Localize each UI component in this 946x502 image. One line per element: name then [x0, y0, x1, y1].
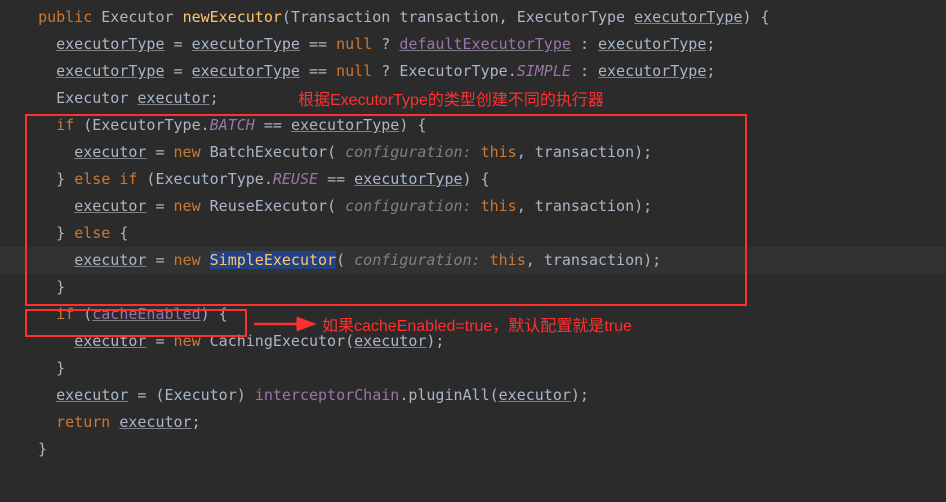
keyword-public: public: [38, 8, 92, 26]
keyword-if: if: [56, 305, 74, 323]
code-line: if (cacheEnabled) {: [0, 301, 946, 328]
operator: :: [580, 35, 589, 53]
variable: executorType: [56, 62, 164, 80]
keyword-new: new: [174, 143, 201, 161]
operator: ==: [309, 62, 327, 80]
class-name: ReuseExecutor: [210, 197, 327, 215]
enum-value: BATCH: [210, 116, 255, 134]
variable: executor: [74, 332, 146, 350]
param-hint: configuration:: [345, 143, 471, 161]
param-type: ExecutorType: [517, 8, 625, 26]
operator: ?: [381, 35, 390, 53]
class-name: CachingExecutor: [210, 332, 345, 350]
variable: executorType: [354, 170, 462, 188]
variable: executorType: [192, 35, 300, 53]
operator: :: [580, 62, 589, 80]
keyword-new: new: [174, 332, 201, 350]
variable: executorType: [598, 35, 706, 53]
code-line-highlighted: executor = new SimpleExecutor( configura…: [0, 247, 946, 274]
operator: ==: [327, 170, 345, 188]
param-hint: configuration:: [354, 251, 480, 269]
code-line: executor = new CachingExecutor(executor)…: [0, 328, 946, 355]
variable: executorType: [598, 62, 706, 80]
argument: transaction: [535, 197, 634, 215]
class-name: BatchExecutor: [210, 143, 327, 161]
variable: executor: [119, 413, 191, 431]
param-name: executorType: [634, 8, 742, 26]
code-line: }: [0, 355, 946, 382]
variable: executor: [74, 251, 146, 269]
param-name: transaction: [399, 8, 498, 26]
type: Executor: [56, 89, 128, 107]
code-line: return executor;: [0, 409, 946, 436]
code-line: } else {: [0, 220, 946, 247]
operator: ==: [309, 35, 327, 53]
field: cacheEnabled: [92, 305, 200, 323]
keyword-if: if: [56, 116, 74, 134]
enum-value: REUSE: [273, 170, 318, 188]
class-name-caret: SimpleExecutor: [210, 251, 336, 269]
argument: executor: [499, 386, 571, 404]
code-line: executorType = executorType == null ? Ex…: [0, 58, 946, 85]
code-line: public Executor newExecutor(Transaction …: [0, 4, 946, 31]
variable: executor: [137, 89, 209, 107]
field: interceptorChain: [255, 386, 400, 404]
keyword-this: this: [481, 197, 517, 215]
code-line: executor = (Executor) interceptorChain.p…: [0, 382, 946, 409]
keyword-this: this: [481, 143, 517, 161]
keyword-new: new: [174, 251, 201, 269]
type: ExecutorType: [92, 116, 200, 134]
return-type: Executor: [101, 8, 173, 26]
method-name: newExecutor: [183, 8, 282, 26]
variable: executor: [74, 143, 146, 161]
argument: executor: [354, 332, 426, 350]
keyword-null: null: [336, 62, 372, 80]
param-hint: configuration:: [345, 197, 471, 215]
variable: executorType: [291, 116, 399, 134]
variable: executor: [74, 197, 146, 215]
argument: transaction: [544, 251, 643, 269]
operator: ?: [381, 62, 390, 80]
cast-type: Executor: [165, 386, 237, 404]
code-line: Executor executor;: [0, 85, 946, 112]
variable: executorType: [192, 62, 300, 80]
code-line: executor = new BatchExecutor( configurat…: [0, 139, 946, 166]
keyword-null: null: [336, 35, 372, 53]
type: ExecutorType: [155, 170, 263, 188]
code-line: executorType = executorType == null ? de…: [0, 31, 946, 58]
keyword-return: return: [56, 413, 110, 431]
code-line: } else if (ExecutorType.REUSE == executo…: [0, 166, 946, 193]
variable: executor: [56, 386, 128, 404]
argument: transaction: [535, 143, 634, 161]
code-editor[interactable]: public Executor newExecutor(Transaction …: [0, 4, 946, 463]
operator: ==: [264, 116, 282, 134]
keyword-new: new: [174, 197, 201, 215]
enum-value: SIMPLE: [517, 62, 571, 80]
type: ExecutorType: [399, 62, 507, 80]
method-call: pluginAll: [408, 386, 489, 404]
code-line: executor = new ReuseExecutor( configurat…: [0, 193, 946, 220]
code-line: }: [0, 274, 946, 301]
param-type: Transaction: [291, 8, 390, 26]
code-line: }: [0, 436, 946, 463]
keyword-this: this: [490, 251, 526, 269]
code-line: if (ExecutorType.BATCH == executorType) …: [0, 112, 946, 139]
field: defaultExecutorType: [399, 35, 571, 53]
keyword-else: else: [74, 224, 110, 242]
variable: executorType: [56, 35, 164, 53]
keyword-elseif: else if: [74, 170, 137, 188]
